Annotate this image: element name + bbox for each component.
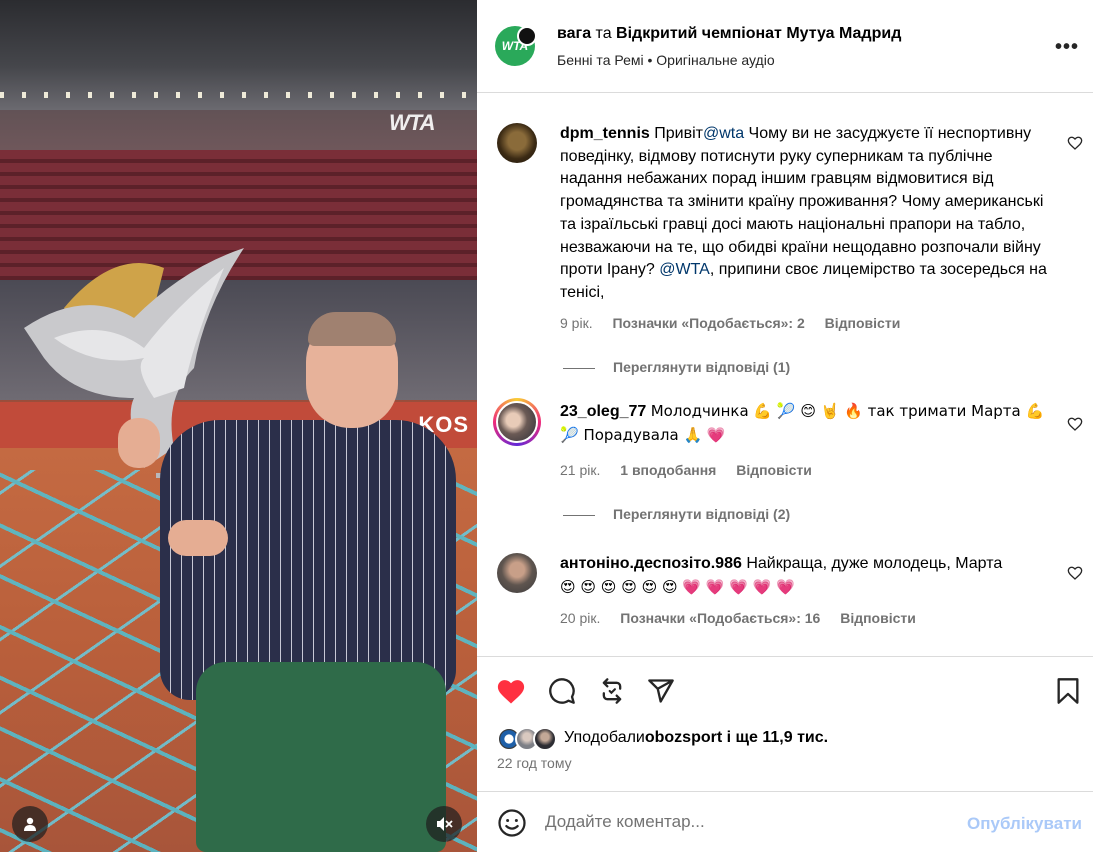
speaker-muted-icon [437,817,453,831]
comment-like-icon[interactable] [1067,135,1083,151]
commenter-avatar[interactable] [497,123,537,163]
repost-icon [602,678,622,704]
stadium-lights [0,92,477,98]
view-replies-button[interactable]: Переглянути відповіді (1) [563,359,790,375]
repost-button[interactable] [596,675,628,707]
comment-text-middle: Чому ви не засуджуєте її неспортивну пов… [560,125,1044,279]
reply-button[interactable]: Відповісти [840,610,916,626]
commenter-avatar[interactable] [493,398,541,446]
comment-meta: 9 рік. Позначки «Подобається»: 2 Відпові… [560,315,916,331]
comment-icon [549,678,575,704]
player-hand [168,520,228,556]
post-actions: Уподобалиobozsport і ще 11,9 тис. 22 год… [477,656,1093,791]
player-hair [308,312,396,346]
liked-by-text: Уподобалиobozsport і ще 11,9 тис. [564,729,828,747]
more-options-icon[interactable]: ••• [1055,36,1079,59]
wta-watermark: WTA [389,110,435,135]
commenter-avatar[interactable] [497,553,537,593]
post-comment-button[interactable]: Опублікувати [967,814,1082,834]
comment-like-icon[interactable] [1067,416,1083,432]
comment-text: dpm_tennis Привіт@wta Чому ви не засуджу… [560,123,1050,305]
comment-age[interactable]: 20 рік. [560,610,600,626]
commenter-username[interactable]: 23_oleg_77 [560,403,646,420]
liked-by-others[interactable]: і ще 11,9 тис. [722,729,828,746]
comment-like-icon[interactable] [1067,565,1083,581]
author-username[interactable]: вага [557,25,591,42]
player-jacket [160,420,456,700]
view-replies-label: Переглянути відповіді (2) [613,506,791,522]
comment-likes-count[interactable]: Позначки «Подобається»: 2 [612,315,804,331]
replies-line [563,514,595,516]
liked-by-avatars [497,727,563,751]
heart-filled-icon [497,680,525,704]
view-replies-label: Переглянути відповіді (1) [613,359,791,375]
share-button[interactable] [645,675,677,707]
author-avatar[interactable]: WTA [495,26,537,66]
liked-by-username[interactable]: obozsport [645,729,722,746]
post-details-panel: WTA вага та Відкритий чемпіонат Мутуа Ма… [477,0,1093,852]
replies-line [563,367,595,369]
comment-age[interactable]: 9 рік. [560,315,593,331]
comment-button[interactable] [546,675,578,707]
person-icon [24,817,36,831]
comment-likes-count[interactable]: 1 вподобання [620,462,716,478]
comment-message: Найкраща, дуже молодець, Марта [746,555,1003,572]
collab-joiner: та [595,25,612,42]
tagged-users-button[interactable] [12,806,48,842]
mute-button[interactable] [426,806,462,842]
collab-avatar[interactable] [517,26,537,46]
commenter-username[interactable]: dpm_tennis [560,125,650,142]
player-skirt [196,662,446,852]
liked-by-prefix: Уподобали [564,729,645,746]
emoji-icon[interactable] [497,808,527,838]
post-time[interactable]: 22 год тому [497,755,572,771]
author-line: вага та Відкритий чемпіонат Мутуа Мадрид [557,25,901,43]
comment-meta: 20 рік. Позначки «Подобається»: 16 Відпо… [560,610,932,626]
share-icon [648,679,674,703]
comment-meta: 21 рік. 1 вподобання Відповісти [560,462,828,478]
comment-text: 23_oleg_77 Молодчинка 💪 🎾 😊 🤘 🔥 так трим… [560,400,1050,447]
add-comment-bar: Опублікувати [477,791,1093,852]
save-button[interactable] [1052,675,1084,707]
view-replies-button[interactable]: Переглянути відповіді (2) [563,506,790,522]
like-button[interactable] [495,675,527,707]
comment-emojis: 😍 😍 😍 😍 😍 😍 💗 💗 💗 💗 💗 [560,577,795,596]
mention-link[interactable]: @wta [703,125,744,142]
liker-avatar [533,727,557,751]
comment-text-start: Привіт [654,125,703,142]
audio-info[interactable]: Бенні та Ремі • Оригінальне аудіо [557,52,775,68]
comment-input[interactable] [545,812,945,832]
post-header: WTA вага та Відкритий чемпіонат Мутуа Ма… [477,0,1093,93]
comment-text: антоніно.деспозіто.986 Найкраща, дуже мо… [560,553,1050,599]
reply-button[interactable]: Відповісти [736,462,812,478]
bookmark-icon [1057,678,1079,704]
mention-link[interactable]: @WTA [659,261,710,278]
collab-username[interactable]: Відкритий чемпіонат Мутуа Мадрид [616,25,901,42]
comment-likes-count[interactable]: Позначки «Подобається»: 16 [620,610,820,626]
post-media[interactable]: KOS WTA [0,0,477,852]
reply-button[interactable]: Відповісти [825,315,901,331]
comment-age[interactable]: 21 рік. [560,462,600,478]
player-hand [118,418,160,468]
commenter-username[interactable]: антоніно.деспозіто.986 [560,555,742,572]
